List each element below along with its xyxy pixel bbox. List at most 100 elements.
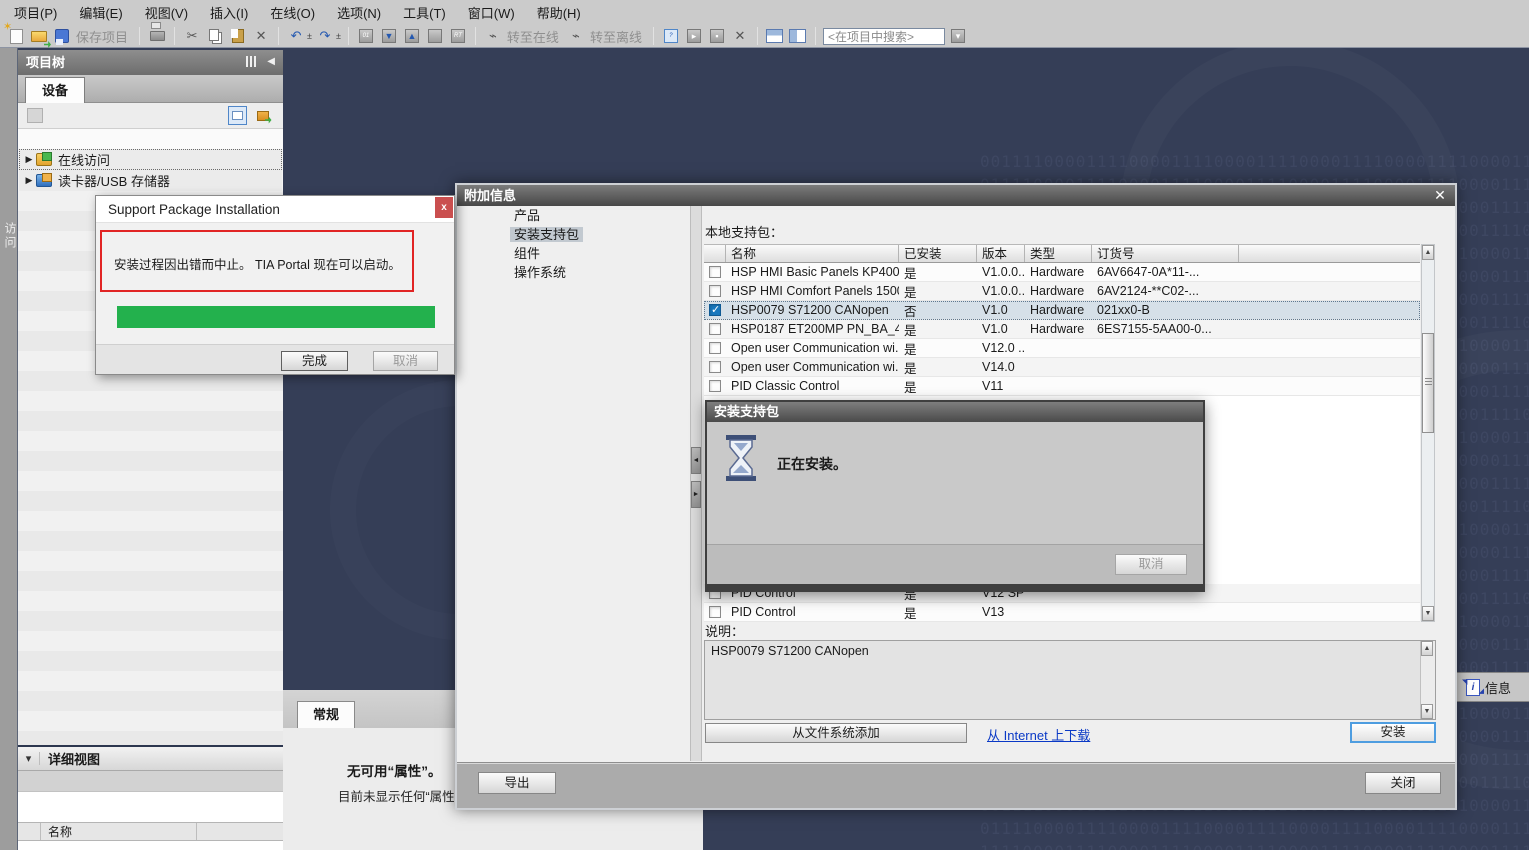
category-item[interactable]: 安装支持包 (510, 225, 690, 244)
menu-item[interactable]: 项目(P) (6, 0, 71, 25)
collapsed-panel-label[interactable]: 访问 (2, 222, 19, 250)
close-icon[interactable]: x (435, 197, 453, 218)
expand-icon[interactable]: ▶ (22, 154, 36, 165)
save-project-icon[interactable] (52, 26, 72, 46)
scroll-up-icon[interactable]: ▲ (1421, 641, 1433, 656)
split-vertical-icon[interactable] (788, 26, 808, 46)
column-header[interactable]: 订货号 (1092, 245, 1239, 262)
package-row[interactable]: HSP HMI Comfort Panels 1500...是V1.0.0...… (704, 282, 1420, 301)
package-row[interactable]: Open user Communication wi...是V14.0 (704, 358, 1420, 377)
search-input[interactable] (823, 28, 945, 45)
column-header[interactable]: 名称 (726, 245, 899, 262)
compile-icon[interactable]: 01 (356, 26, 376, 46)
table-view-icon[interactable] (228, 106, 247, 125)
new-project-icon[interactable] (6, 26, 26, 46)
checkbox-unchecked[interactable] (709, 323, 721, 335)
package-row[interactable]: PID Classic Control是V11 (704, 377, 1420, 396)
close-icon[interactable]: ✕ (1431, 186, 1449, 204)
add-from-filesystem-button[interactable]: 从文件系统添加 (705, 723, 967, 743)
tab-devices[interactable]: 设备 (25, 77, 85, 103)
menu-item[interactable]: 帮助(H) (529, 0, 595, 25)
checkbox-unchecked[interactable] (709, 606, 721, 618)
close-button[interactable]: 关闭 (1365, 772, 1441, 794)
panel-splitter[interactable]: ◄ ► (690, 206, 702, 761)
collapsed-side-strip[interactable]: 访问 (0, 48, 18, 850)
scrollbar-thumb[interactable] (1422, 333, 1434, 433)
go-online-plug-icon[interactable]: ⌁ (483, 26, 503, 46)
description-scrollbar[interactable]: ▲ ▼ (1420, 641, 1435, 719)
scroll-up-icon[interactable]: ▲ (1422, 245, 1434, 260)
go-online-label[interactable]: 转至在线 (507, 27, 559, 46)
open-project-icon[interactable] (29, 26, 49, 46)
redo-icon[interactable]: ↷ (315, 26, 335, 46)
column-header[interactable]: 版本 (977, 245, 1025, 262)
column-header[interactable]: 已安装 (899, 245, 977, 262)
columns-icon[interactable] (246, 56, 257, 67)
details-name-column-header[interactable]: 名称 (18, 822, 283, 841)
scroll-down-icon[interactable]: ▼ (1421, 704, 1433, 719)
checkbox-unchecked[interactable] (709, 361, 721, 373)
package-row-partially-hidden[interactable]: PID Control是V13 (704, 603, 1420, 622)
collapse-left-icon[interactable]: ◄ (691, 447, 701, 474)
export-button[interactable]: 导出 (478, 772, 556, 794)
upload-from-device-icon[interactable]: ▲ (402, 26, 422, 46)
cross-reference-icon[interactable]: ✕ (730, 26, 750, 46)
hide-window-icon[interactable]: ▪ (707, 26, 727, 46)
tab-general[interactable]: 常规 (297, 701, 355, 728)
cut-icon[interactable]: ✂ (182, 26, 202, 46)
column-header-empty[interactable] (1239, 245, 1420, 262)
dialog-title-bar[interactable]: 附加信息 ✕ (457, 185, 1455, 206)
category-item[interactable]: 操作系统 (510, 263, 690, 282)
checkbox-unchecked[interactable] (709, 380, 721, 392)
package-row[interactable]: HSP0187 ET200MP PN_BA_4....是V1.0Hardware… (704, 320, 1420, 339)
package-row[interactable]: HSP0079 S71200 CANopen否V1.0Hardware021xx… (704, 301, 1420, 320)
package-row[interactable]: Open user Communication wi...是V12.0 ... (704, 339, 1420, 358)
info-tab[interactable]: i 信息 (1456, 672, 1529, 702)
chevron-down-icon[interactable]: ▾ (18, 752, 40, 765)
checkbox-unchecked[interactable] (709, 285, 721, 297)
undo-icon[interactable]: ↶ (286, 26, 306, 46)
tree-item[interactable]: ▶读卡器/USB 存储器 (19, 170, 282, 191)
print-icon[interactable] (147, 26, 167, 46)
menu-item[interactable]: 视图(V) (137, 0, 202, 25)
menu-item[interactable]: 插入(I) (202, 0, 262, 25)
table-scrollbar[interactable]: ▲ ▼ (1421, 244, 1435, 622)
show-window-icon[interactable]: ▸ (684, 26, 704, 46)
configuration-view-icon[interactable] (253, 106, 272, 125)
dialog-title-bar[interactable]: Support Package Installation x (96, 196, 454, 223)
download-to-device-icon[interactable]: ▼ (379, 26, 399, 46)
table-header-row[interactable]: 名称已安装版本类型订货号 (704, 244, 1420, 263)
column-header-empty[interactable] (704, 245, 726, 262)
search-options-icon[interactable]: ▾ (948, 26, 968, 46)
scroll-down-icon[interactable]: ▼ (1422, 606, 1434, 621)
start-runtime-icon[interactable]: RT (448, 26, 468, 46)
menu-item[interactable]: 选项(N) (329, 0, 395, 25)
go-offline-label[interactable]: 转至离线 (590, 27, 642, 46)
category-item[interactable]: 组件 (510, 244, 690, 263)
copy-icon[interactable] (205, 26, 225, 46)
add-device-icon[interactable] (27, 108, 43, 123)
checkbox-unchecked[interactable] (709, 342, 721, 354)
cancel-button[interactable]: 取消 (373, 351, 438, 371)
go-offline-plug-icon[interactable]: ⌁ (566, 26, 586, 46)
expand-icon[interactable]: ▶ (22, 175, 36, 186)
delete-icon[interactable]: ✕ (251, 26, 271, 46)
split-horizontal-icon[interactable] (765, 26, 785, 46)
collapse-panel-icon[interactable]: ◀ (267, 57, 275, 67)
checkbox-checked[interactable] (709, 304, 721, 316)
checkbox-unchecked[interactable] (709, 266, 721, 278)
download-from-internet-link[interactable]: 从 Internet 上下载 (987, 725, 1090, 744)
save-project-label[interactable]: 保存项目 (76, 27, 128, 46)
expand-right-icon[interactable]: ► (691, 481, 701, 508)
details-view-header[interactable]: ▾ 详细视图 (18, 747, 283, 771)
start-simulation-icon[interactable] (425, 26, 445, 46)
package-row[interactable]: HSP HMI Basic Panels KP400, ...是V1.0.0..… (704, 263, 1420, 282)
menu-item[interactable]: 编辑(E) (71, 0, 136, 25)
cancel-button[interactable]: 取消 (1115, 554, 1187, 575)
tree-item[interactable]: ▶在线访问 (19, 149, 282, 170)
dialog-title-bar[interactable]: 安装支持包 (707, 402, 1203, 422)
menu-item[interactable]: 窗口(W) (460, 0, 529, 25)
diagnostics-icon[interactable]: ? (661, 26, 681, 46)
category-item[interactable]: 产品 (510, 206, 690, 225)
paste-icon[interactable] (228, 26, 248, 46)
